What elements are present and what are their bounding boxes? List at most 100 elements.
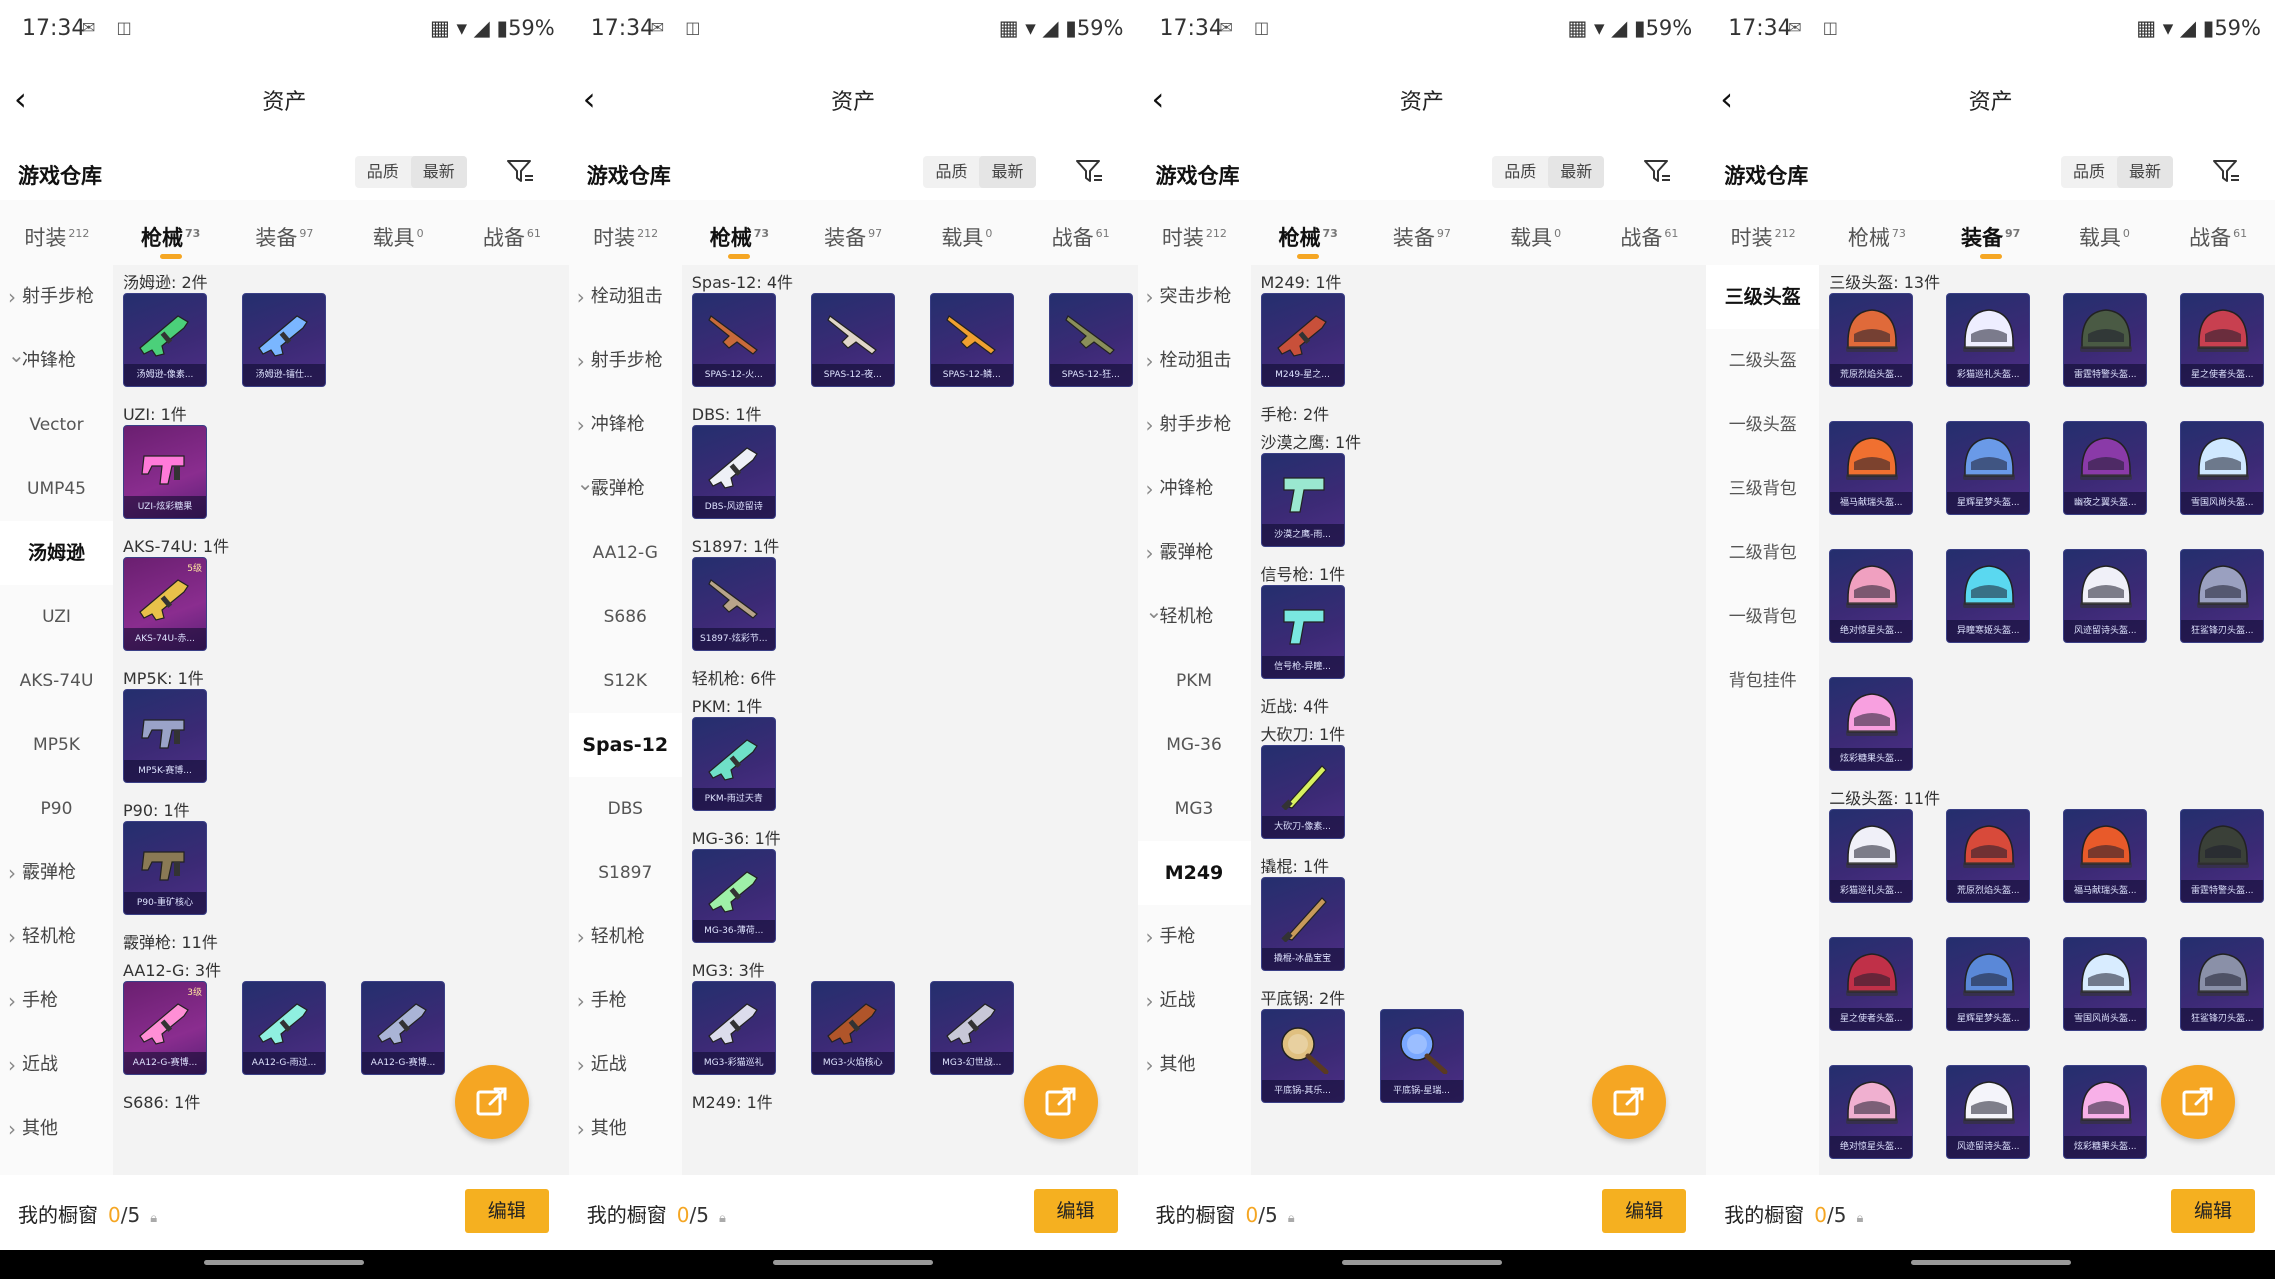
- item-card[interactable]: 平底锅-星瑞...: [1379, 1009, 1464, 1103]
- item-card[interactable]: M249-星之...: [1260, 293, 1345, 387]
- sidebar-item[interactable]: 射手步枪: [0, 265, 113, 329]
- tab-4[interactable]: 战备 61: [1024, 200, 1138, 265]
- share-icon[interactable]: [1592, 1065, 1667, 1139]
- filter-icon[interactable]: [505, 156, 535, 186]
- share-icon[interactable]: [454, 1065, 529, 1139]
- item-card[interactable]: 5级 AKS-74U-赤...: [123, 557, 207, 651]
- item-card[interactable]: 绝对惊星头盔...: [1829, 1065, 1914, 1159]
- item-card[interactable]: 绝对惊星头盔...: [1829, 549, 1914, 643]
- sort-quality-button[interactable]: 品质: [923, 156, 979, 188]
- sidebar-item[interactable]: PKM: [1138, 649, 1251, 713]
- edit-button[interactable]: 编辑: [1602, 1189, 1687, 1233]
- sidebar-item[interactable]: 冲锋枪: [569, 393, 682, 457]
- sidebar-item[interactable]: 栓动狙击: [1138, 329, 1251, 393]
- sidebar-item[interactable]: M249: [1137, 841, 1251, 905]
- item-card[interactable]: 雪国风尚头盔...: [2063, 937, 2148, 1031]
- sidebar-item[interactable]: 近战: [569, 1033, 682, 1097]
- item-card[interactable]: SPAS-12-狂...: [1048, 293, 1133, 387]
- sidebar-item[interactable]: DBS: [569, 777, 682, 841]
- home-indicator[interactable]: [773, 1260, 934, 1265]
- tab-3[interactable]: 载具 0: [2048, 200, 2162, 265]
- item-card[interactable]: MP5K-赛博...: [123, 689, 207, 783]
- sidebar-item[interactable]: 近战: [1138, 969, 1251, 1033]
- item-card[interactable]: 风迹留诗头盔...: [2063, 549, 2148, 643]
- tab-1[interactable]: 枪械 73: [1820, 200, 1934, 265]
- sidebar-item[interactable]: MP5K: [0, 713, 113, 777]
- sidebar-item[interactable]: 霰弹枪: [569, 451, 682, 521]
- edit-button[interactable]: 编辑: [464, 1189, 549, 1233]
- tab-2[interactable]: 装备 97: [228, 200, 342, 265]
- edit-button[interactable]: 编辑: [2171, 1189, 2255, 1233]
- tab-3[interactable]: 载具 0: [341, 200, 455, 265]
- item-card[interactable]: 彩猫巡礼头盔...: [1829, 809, 1914, 903]
- tab-4[interactable]: 战备 61: [455, 200, 569, 265]
- item-card[interactable]: 3级 AA12-G-赛博...: [123, 981, 207, 1075]
- item-card[interactable]: 星辉星梦头盔...: [1946, 421, 2031, 515]
- item-card[interactable]: AA12-G-雨过...: [242, 981, 326, 1075]
- sidebar-item[interactable]: 轻机枪: [0, 905, 113, 969]
- item-card[interactable]: 信号枪-异瞳...: [1260, 585, 1345, 679]
- sidebar-item[interactable]: AKS-74U: [0, 649, 113, 713]
- item-card[interactable]: 炫彩糖果头盔...: [1829, 677, 1914, 771]
- item-card[interactable]: 雷霆特警头盔...: [2063, 293, 2148, 387]
- sidebar-item[interactable]: MG3: [1138, 777, 1251, 841]
- item-card[interactable]: 汤姆逊-像素...: [123, 293, 207, 387]
- item-card[interactable]: AA12-G-赛博...: [361, 981, 445, 1075]
- item-card[interactable]: 大砍刀-像素...: [1260, 745, 1345, 839]
- sort-newest-button[interactable]: 最新: [2116, 156, 2173, 188]
- filter-icon[interactable]: [1642, 156, 1672, 186]
- item-card[interactable]: P90-重矿核心: [123, 821, 207, 915]
- sort-newest-button[interactable]: 最新: [979, 156, 1036, 188]
- sidebar-item[interactable]: 三级头盔: [1706, 265, 1820, 329]
- item-card[interactable]: MG-36-薄荷...: [691, 849, 776, 943]
- item-card[interactable]: 异瞳寒姬头盔...: [1946, 549, 2031, 643]
- sidebar-item[interactable]: 冲锋枪: [1138, 457, 1251, 521]
- sidebar-item[interactable]: MG-36: [1138, 713, 1251, 777]
- sidebar-item[interactable]: 三级背包: [1706, 457, 1819, 521]
- item-card[interactable]: 沙漠之鹰-雨...: [1260, 453, 1345, 547]
- sidebar-item[interactable]: 轻机枪: [1138, 579, 1251, 649]
- sidebar-item[interactable]: 其他: [1138, 1033, 1251, 1097]
- sidebar-item[interactable]: 一级头盔: [1706, 393, 1819, 457]
- share-icon[interactable]: [2161, 1065, 2235, 1139]
- sidebar-item[interactable]: 冲锋枪: [0, 323, 113, 393]
- sidebar-item[interactable]: 手枪: [0, 969, 113, 1033]
- sidebar-item[interactable]: 手枪: [1138, 905, 1251, 969]
- tab-1[interactable]: 枪械 73: [114, 200, 228, 265]
- tab-2[interactable]: 装备 97: [1365, 200, 1479, 265]
- item-card[interactable]: 幽夜之翼头盔...: [2063, 421, 2148, 515]
- item-card[interactable]: 彩猫巡礼头盔...: [1946, 293, 2031, 387]
- sidebar-item[interactable]: 栓动狙击: [569, 265, 682, 329]
- home-indicator[interactable]: [1910, 1260, 2071, 1265]
- sidebar-item[interactable]: 轻机枪: [569, 905, 682, 969]
- item-card[interactable]: 平底锅-其乐...: [1260, 1009, 1345, 1103]
- sidebar-item[interactable]: 背包挂件: [1706, 649, 1819, 713]
- sort-newest-button[interactable]: 最新: [1548, 156, 1605, 188]
- sort-quality-button[interactable]: 品质: [2061, 156, 2117, 188]
- item-card[interactable]: 星辉星梦头盔...: [1946, 937, 2031, 1031]
- item-card[interactable]: 雷霆特警头盔...: [2180, 809, 2265, 903]
- tab-2[interactable]: 装备 97: [796, 200, 910, 265]
- item-card[interactable]: 狂鲨锋刃头盔...: [2180, 549, 2265, 643]
- tab-0[interactable]: 时装 212: [1138, 200, 1252, 265]
- tab-1[interactable]: 枪械 73: [1251, 200, 1365, 265]
- tab-3[interactable]: 载具 0: [1479, 200, 1593, 265]
- sidebar-item[interactable]: S12K: [569, 649, 682, 713]
- sidebar-item[interactable]: 汤姆逊: [0, 521, 113, 585]
- sidebar-item[interactable]: P90: [0, 777, 113, 841]
- item-card[interactable]: UZI-炫彩糖果: [123, 425, 207, 519]
- sidebar-item[interactable]: 近战: [0, 1033, 113, 1097]
- item-card[interactable]: 荒原烈焰头盔...: [1946, 809, 2031, 903]
- filter-icon[interactable]: [1074, 156, 1104, 186]
- sidebar-item[interactable]: 二级头盔: [1706, 329, 1819, 393]
- sidebar-item[interactable]: 一级背包: [1706, 585, 1819, 649]
- sidebar-item[interactable]: 霰弹枪: [0, 841, 113, 905]
- tab-2[interactable]: 装备 97: [1934, 200, 2048, 265]
- sidebar-item[interactable]: 霰弹枪: [1138, 521, 1251, 585]
- item-card[interactable]: MG3-火焰核心: [810, 981, 895, 1075]
- item-card[interactable]: MG3-幻世战...: [929, 981, 1014, 1075]
- item-card[interactable]: 撬棍-冰晶宝宝: [1260, 877, 1345, 971]
- tab-4[interactable]: 战备 61: [1593, 200, 1707, 265]
- item-card[interactable]: SPAS-12-鳞...: [929, 293, 1014, 387]
- item-card[interactable]: 风迹留诗头盔...: [1946, 1065, 2031, 1159]
